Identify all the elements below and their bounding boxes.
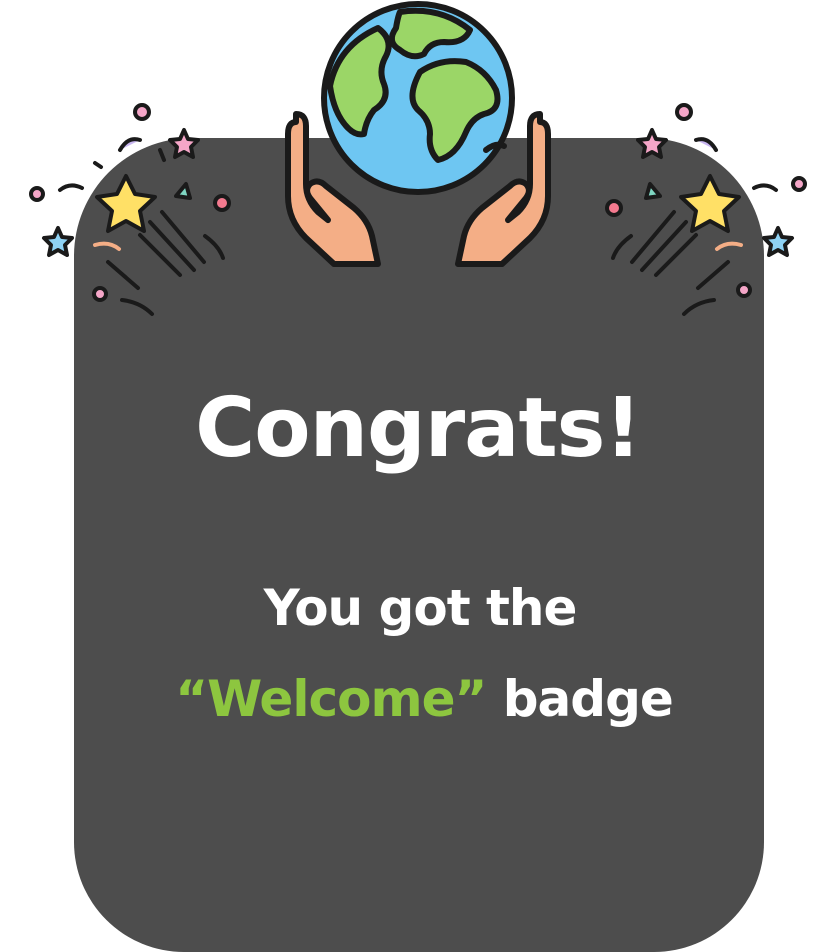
illustration: [29, 1, 807, 316]
badge-name-close-quote: ”: [454, 670, 487, 728]
badge-message-line1: You got the: [263, 579, 578, 637]
badge-name-open-quote: “: [175, 670, 208, 728]
badge-word: badge: [486, 670, 674, 728]
congrats-heading: Congrats!: [195, 381, 642, 476]
badge-message-line2: “Welcome” badge: [6, 674, 836, 724]
confetti-burst-icon: [605, 103, 807, 316]
badge-popup: Congrats! You got the “Welcome” badge: [0, 0, 836, 952]
globe-in-hands-icon: [285, 1, 551, 267]
confetti-burst-icon: [29, 103, 231, 316]
badge-name: Welcome: [207, 670, 455, 728]
